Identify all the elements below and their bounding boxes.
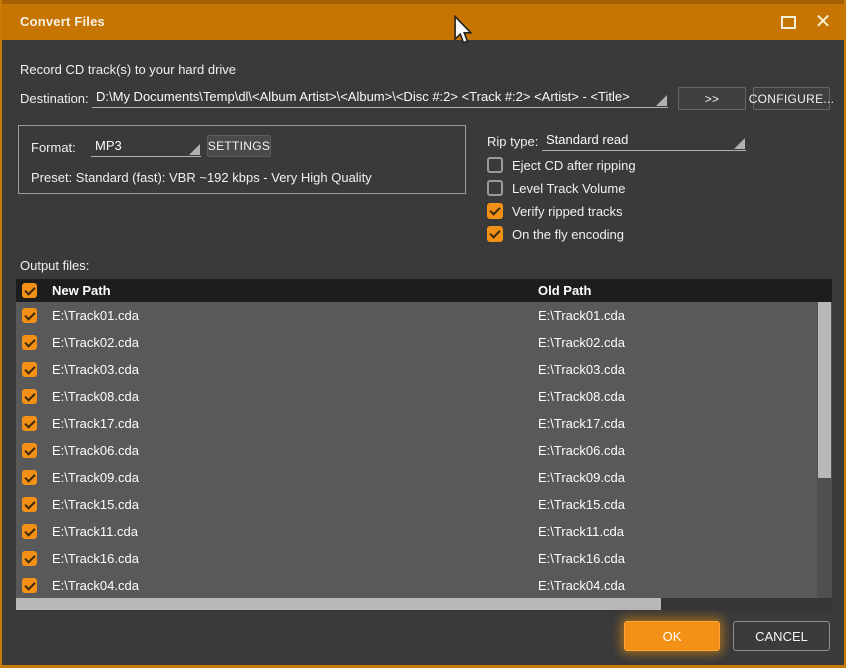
window-border-left	[0, 0, 2, 668]
mouse-cursor-icon	[452, 15, 474, 50]
destination-label: Destination:	[20, 91, 89, 106]
configure-button[interactable]: CONFIGURE...	[753, 87, 830, 110]
horizontal-scrollbar[interactable]	[16, 598, 832, 611]
row-checkbox[interactable]	[22, 389, 37, 404]
row-old-path: E:\Track04.cda	[538, 578, 625, 593]
table-header: New Path Old Path	[16, 279, 832, 302]
format-label: Format:	[31, 140, 76, 155]
row-checkbox[interactable]	[22, 308, 37, 323]
column-header-new-path: New Path	[52, 283, 111, 298]
table-row[interactable]: E:\Track16.cda E:\Track16.cda	[16, 545, 817, 572]
row-new-path: E:\Track11.cda	[52, 524, 138, 539]
row-old-path: E:\Track15.cda	[538, 497, 625, 512]
title-bar[interactable]: Convert Files ✕	[0, 0, 846, 40]
table-row[interactable]: E:\Track02.cda E:\Track02.cda	[16, 329, 817, 356]
row-checkbox[interactable]	[22, 578, 37, 593]
select-all-checkbox[interactable]	[22, 283, 37, 298]
output-files-table: New Path Old Path E:\Track01.cdaE:\Track…	[16, 279, 832, 611]
row-new-path: E:\Track15.cda	[52, 497, 139, 512]
destination-value: D:\My Documents\Temp\dl\<Album Artist>\<…	[92, 89, 630, 104]
row-new-path: E:\Track06.cda	[52, 443, 139, 458]
row-checkbox[interactable]	[22, 335, 37, 350]
row-new-path: E:\Track03.cda	[52, 362, 139, 377]
table-row[interactable]: E:\Track06.cda E:\Track06.cda	[16, 437, 817, 464]
ok-button[interactable]: OK	[624, 621, 720, 651]
rip-option[interactable]: On the fly encoding	[487, 225, 624, 243]
row-old-path: E:\Track03.cda	[538, 362, 625, 377]
table-row[interactable]: E:\Track11.cda E:\Track11.cda	[16, 518, 817, 545]
row-checkbox[interactable]	[22, 443, 37, 458]
destination-expand-button[interactable]: >>	[678, 87, 746, 110]
settings-button[interactable]: SETTINGS	[207, 135, 271, 157]
rip-option-checkbox[interactable]	[487, 180, 503, 196]
rip-option-checkbox[interactable]	[487, 157, 503, 173]
row-checkbox[interactable]	[22, 470, 37, 485]
vertical-scrollbar[interactable]	[817, 302, 832, 598]
row-old-path: E:\Track08.cda	[538, 389, 625, 404]
format-groupbox: Format: MP3 SETTINGS Preset: Standard (f…	[18, 125, 466, 194]
rip-type-label: Rip type:	[487, 134, 538, 149]
row-checkbox[interactable]	[22, 524, 37, 539]
intro-text: Record CD track(s) to your hard drive	[20, 62, 236, 77]
vertical-scrollbar-thumb[interactable]	[818, 302, 831, 478]
row-checkbox[interactable]	[22, 551, 37, 566]
row-old-path: E:\Track01.cda	[538, 308, 625, 323]
row-new-path: E:\Track16.cda	[52, 551, 139, 566]
convert-files-dialog: Convert Files ✕ Record CD track(s) to yo…	[0, 0, 846, 668]
rip-option-checkbox[interactable]	[487, 226, 503, 242]
cancel-button[interactable]: CANCEL	[733, 621, 830, 651]
row-checkbox[interactable]	[22, 416, 37, 431]
row-old-path: E:\Track02.cda	[538, 335, 625, 350]
row-checkbox[interactable]	[22, 362, 37, 377]
close-icon: ✕	[815, 12, 832, 32]
table-row[interactable]: E:\Track09.cda E:\Track09.cda	[16, 464, 817, 491]
destination-combobox[interactable]: D:\My Documents\Temp\dl\<Album Artist>\<…	[92, 87, 668, 108]
maximize-icon	[781, 16, 796, 29]
format-value: MP3	[91, 138, 122, 153]
row-old-path: E:\Track09.cda	[538, 470, 625, 485]
close-button[interactable]: ✕	[807, 4, 839, 40]
column-header-old-path: Old Path	[538, 283, 591, 298]
row-checkbox[interactable]	[22, 497, 37, 512]
rip-option-label: On the fly encoding	[512, 227, 624, 242]
rip-type-combobox[interactable]: Standard read	[542, 130, 746, 151]
row-new-path: E:\Track02.cda	[52, 335, 139, 350]
rip-option-label: Level Track Volume	[512, 181, 625, 196]
window-title: Convert Files	[20, 4, 105, 40]
output-files-label: Output files:	[20, 258, 89, 273]
rip-option-label: Eject CD after ripping	[512, 158, 636, 173]
table-row[interactable]: E:\Track03.cda E:\Track03.cda	[16, 356, 817, 383]
horizontal-scrollbar-thumb[interactable]	[16, 598, 661, 610]
row-old-path: E:\Track11.cda	[538, 524, 624, 539]
rip-option[interactable]: Eject CD after ripping	[487, 156, 636, 174]
row-new-path: E:\Track04.cda	[52, 578, 139, 593]
row-new-path: E:\Track08.cda	[52, 389, 139, 404]
row-new-path: E:\Track01.cda	[52, 308, 139, 323]
table-rows: E:\Track01.cda E:\Track01.cda E:\Track02.c…	[16, 302, 817, 598]
row-new-path: E:\Track09.cda	[52, 470, 139, 485]
row-old-path: E:\Track16.cda	[538, 551, 625, 566]
chevron-down-icon	[734, 138, 745, 149]
rip-option[interactable]: Level Track Volume	[487, 179, 625, 197]
chevron-down-icon	[189, 144, 200, 155]
table-row[interactable]: E:\Track15.cda E:\Track15.cda	[16, 491, 817, 518]
format-combobox[interactable]: MP3	[91, 136, 201, 157]
row-old-path: E:\Track17.cda	[538, 416, 625, 431]
row-new-path: E:\Track17.cda	[52, 416, 139, 431]
chevron-down-icon	[656, 95, 667, 106]
table-row[interactable]: E:\Track04.cda E:\Track04.cda	[16, 572, 817, 598]
table-row[interactable]: E:\Track08.cda E:\Track08.cda	[16, 383, 817, 410]
format-preset-text: Preset: Standard (fast): VBR ~192 kbps -…	[31, 170, 372, 185]
rip-type-value: Standard read	[542, 132, 628, 147]
maximize-button[interactable]	[773, 4, 803, 40]
rip-option-label: Verify ripped tracks	[512, 204, 623, 219]
table-row[interactable]: E:\Track17.cda E:\Track17.cda	[16, 410, 817, 437]
row-old-path: E:\Track06.cda	[538, 443, 625, 458]
rip-option-checkbox[interactable]	[487, 203, 503, 219]
rip-option[interactable]: Verify ripped tracks	[487, 202, 623, 220]
table-row[interactable]: E:\Track01.cda E:\Track01.cda	[16, 302, 817, 329]
